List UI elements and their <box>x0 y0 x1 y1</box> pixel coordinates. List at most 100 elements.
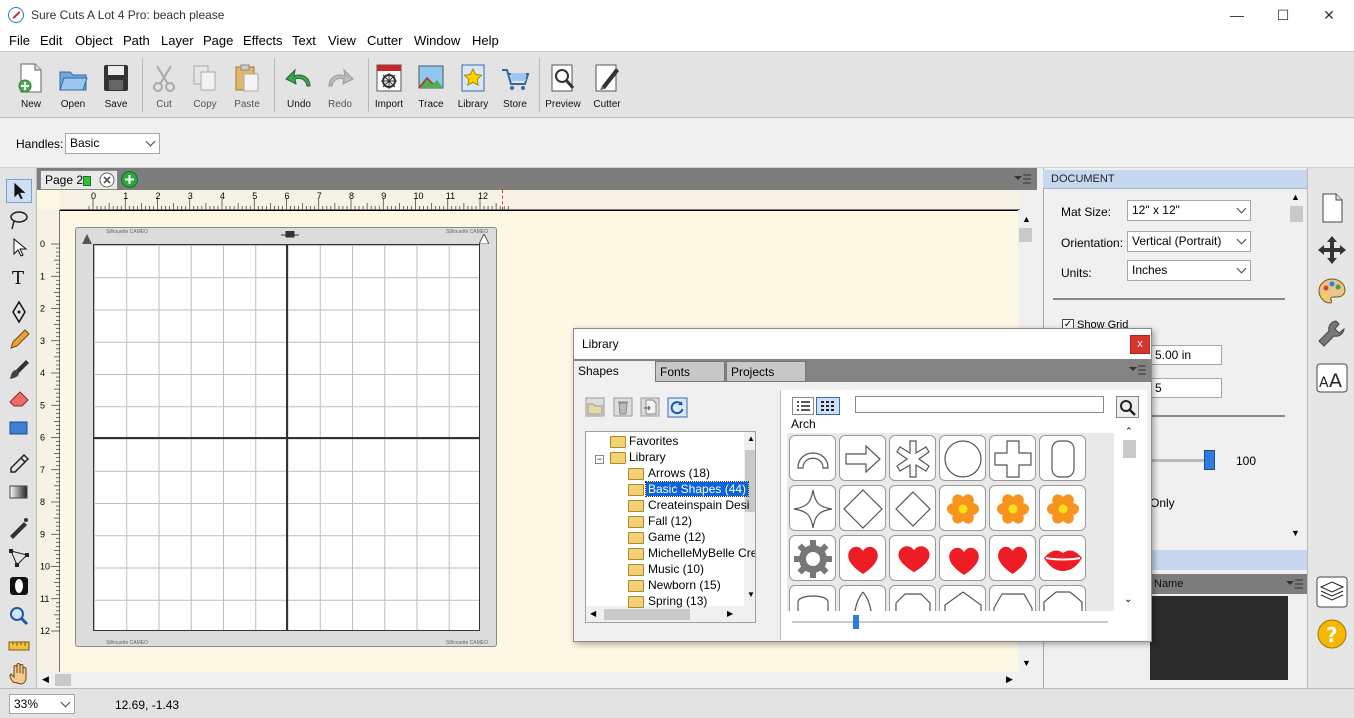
scroll-left-icon[interactable]: ◀ <box>590 609 596 618</box>
zoom-select[interactable]: 33% <box>9 694 75 714</box>
rectangle-tool-icon[interactable] <box>6 416 32 440</box>
scroll-down-icon[interactable]: ▼ <box>1291 528 1300 538</box>
shape-rounded-bottom[interactable] <box>789 585 836 611</box>
gradient-icon[interactable] <box>6 480 32 504</box>
canvas-vscroll-thumb[interactable] <box>1019 228 1032 242</box>
library-menu-icon[interactable] <box>1127 364 1147 376</box>
shape-pentagon[interactable] <box>939 585 986 611</box>
document-page-icon[interactable] <box>1316 192 1348 224</box>
library-search-input[interactable] <box>855 396 1104 413</box>
shape-octagon[interactable] <box>889 585 936 611</box>
tree-vertical-scrollbar[interactable]: ▲ ▼ <box>744 432 755 622</box>
shape-heart-a[interactable] <box>839 535 886 581</box>
orientation-select[interactable]: Vertical (Portrait) <box>1127 231 1251 252</box>
units-select[interactable]: Inches <box>1127 260 1251 281</box>
scroll-up-icon[interactable]: ▲ <box>747 434 755 443</box>
shape-flower-b[interactable] <box>989 485 1036 531</box>
thumbnail-size-slider-track[interactable] <box>792 621 1108 623</box>
grid-divisions-input[interactable]: 5 <box>1150 378 1222 398</box>
shape-cross[interactable] <box>989 435 1036 481</box>
menu-layer[interactable]: Layer <box>161 33 194 48</box>
menu-file[interactable]: File <box>9 33 30 48</box>
tree-collapse-toggle[interactable]: − <box>595 455 604 464</box>
close-button[interactable]: ✕ <box>1306 0 1352 31</box>
shape-diamond[interactable] <box>839 485 886 531</box>
move-arrows-icon[interactable] <box>1316 234 1348 266</box>
scroll-up-icon[interactable]: ▲ <box>1291 192 1300 202</box>
opacity-slider-thumb[interactable] <box>1204 450 1215 470</box>
shape-rounded-rect[interactable] <box>1039 435 1086 481</box>
brush-icon[interactable] <box>6 358 32 382</box>
tree-item-michellemybelle[interactable]: MichelleMyBelle Cre <box>648 546 755 560</box>
shape-diamond-small[interactable] <box>889 485 936 531</box>
tree-horizontal-scrollbar[interactable]: ◀ ▶ <box>586 606 744 622</box>
menu-cutter[interactable]: Cutter <box>367 33 402 48</box>
tree-item-fall[interactable]: Fall (12) <box>648 514 692 528</box>
cutter-button[interactable]: Cutter <box>584 56 630 114</box>
layers-list[interactable] <box>1150 596 1288 680</box>
shape-tall-octagon[interactable] <box>1039 585 1086 611</box>
shape-petal[interactable] <box>839 585 886 611</box>
trace-button[interactable]: Trace <box>408 56 454 114</box>
shape-heart-d[interactable] <box>989 535 1036 581</box>
shape-arrow[interactable] <box>839 435 886 481</box>
tree-item-newborn[interactable]: Newborn (15) <box>648 578 721 592</box>
shape-circle[interactable] <box>939 435 986 481</box>
grid-view-icon[interactable] <box>816 397 840 415</box>
menu-effects[interactable]: Effects <box>243 33 283 48</box>
menu-window[interactable]: Window <box>414 33 460 48</box>
handles-select[interactable]: Basic <box>65 133 160 154</box>
refresh-icon[interactable] <box>667 397 688 418</box>
shapes-vertical-scrollbar[interactable]: ⌃ ⌄ <box>1122 426 1137 612</box>
thumbnail-size-slider-thumb[interactable] <box>853 615 859 629</box>
tab-fonts[interactable]: Fonts <box>655 361 725 382</box>
menu-view[interactable]: View <box>328 33 356 48</box>
tab-shapes[interactable]: Shapes <box>574 361 656 382</box>
wrench-settings-icon[interactable] <box>1316 318 1348 350</box>
tree-item-library[interactable]: Library <box>629 450 666 464</box>
node-edit-icon[interactable] <box>6 236 32 260</box>
list-view-icon[interactable] <box>792 397 814 415</box>
scroll-down-icon[interactable]: ▼ <box>1022 658 1031 668</box>
library-button[interactable]: Library <box>450 56 496 114</box>
color-palette-icon[interactable] <box>1316 276 1348 308</box>
layers-stack-icon[interactable] <box>1316 576 1348 608</box>
eraser-icon[interactable] <box>6 386 32 410</box>
document-panel-scrollbar[interactable]: ▲ ▼ <box>1288 190 1305 545</box>
scroll-right-icon[interactable]: ▶ <box>727 609 733 618</box>
scroll-left-icon[interactable]: ◀ <box>42 674 49 685</box>
tree-item-arrows[interactable]: Arrows (18) <box>648 466 710 480</box>
knife-icon[interactable] <box>6 516 32 540</box>
close-page-icon[interactable] <box>98 171 116 189</box>
shapes-vscroll-thumb[interactable] <box>1123 440 1136 458</box>
shape-arch[interactable] <box>789 435 836 481</box>
pen-tool-icon[interactable] <box>6 300 32 324</box>
redo-button[interactable]: Redo <box>317 56 363 114</box>
scroll-down-icon[interactable]: ⌄ <box>1124 594 1132 605</box>
add-page-icon[interactable] <box>120 170 139 189</box>
import-to-library-icon[interactable] <box>640 397 660 417</box>
tree-item-favorites[interactable]: Favorites <box>629 434 678 448</box>
import-button[interactable]: Import <box>366 56 412 114</box>
open-button[interactable]: Open <box>50 56 96 114</box>
cut-button[interactable]: Cut <box>141 56 187 114</box>
opacity-slider-track[interactable] <box>1150 459 1210 462</box>
mat-size-select[interactable]: 12" x 12" <box>1127 200 1251 221</box>
help-question-icon[interactable]: ? <box>1316 618 1348 650</box>
tab-projects[interactable]: Projects <box>726 361 806 382</box>
lasso-icon[interactable] <box>6 208 32 232</box>
menu-edit[interactable]: Edit <box>40 33 62 48</box>
paste-button[interactable]: Paste <box>224 56 270 114</box>
minimize-button[interactable]: — <box>1214 0 1260 31</box>
pencil-icon[interactable] <box>6 328 32 352</box>
canvas-hscroll-thumb[interactable] <box>55 674 71 686</box>
library-close-button[interactable]: x <box>1130 335 1150 354</box>
eyedropper-icon[interactable] <box>6 452 32 476</box>
menu-path[interactable]: Path <box>123 33 150 48</box>
menu-page[interactable]: Page <box>203 33 233 48</box>
scroll-up-icon[interactable]: ▲ <box>1022 214 1031 224</box>
copy-button[interactable]: Copy <box>182 56 228 114</box>
shape-heart-c[interactable] <box>939 535 986 581</box>
docpanel-scroll-thumb[interactable] <box>1290 206 1303 222</box>
shape-asterisk[interactable] <box>889 435 936 481</box>
